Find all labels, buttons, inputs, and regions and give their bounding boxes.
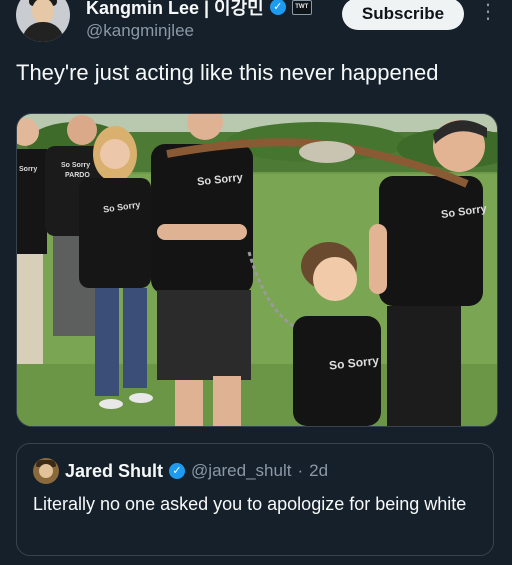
quoted-timestamp[interactable]: 2d — [309, 461, 328, 481]
separator-dot: · — [297, 461, 304, 480]
person-left-edge — [17, 118, 47, 364]
quoted-tweet[interactable]: Jared Shult ✓ @jared_shult · 2d Literall… — [16, 443, 494, 556]
shirt-text-1: Sorry — [19, 166, 38, 173]
author-avatar[interactable] — [16, 0, 70, 42]
author-display-name[interactable]: Kangmin Lee | 이강민 — [86, 0, 264, 20]
avatar-face — [32, 0, 54, 24]
affiliation-badge-icon[interactable]: TWT — [291, 0, 312, 15]
quoted-author-row: Jared Shult ✓ @jared_shult · 2d — [33, 458, 328, 484]
rope-knot — [299, 141, 355, 163]
avatar-body — [22, 22, 64, 42]
author-handle[interactable]: @kangminjlee — [86, 21, 194, 41]
verified-badge-icon: ✓ — [269, 0, 286, 15]
subscribe-button[interactable]: Subscribe — [342, 0, 464, 30]
quoted-author-name[interactable]: Jared Shult — [65, 461, 163, 482]
person-center-man — [151, 114, 253, 426]
quoted-author-handle[interactable]: @jared_shult — [191, 461, 291, 481]
quoted-tweet-text: Literally no one asked you to apologize … — [33, 494, 467, 514]
verified-badge-icon: ✓ — [169, 463, 186, 479]
more-options-icon[interactable]: ⋮ — [478, 2, 498, 26]
tweet-media-photo[interactable]: Sorry So Sorry PARDO So Sorry So Sorry S… — [16, 113, 498, 427]
author-name-row: Kangmin Lee | 이강민 ✓ TWT — [86, 0, 312, 20]
tweet-text: They're just acting like this never happ… — [16, 60, 439, 85]
shirt-text-2: So Sorry — [61, 162, 91, 169]
shirt-text-3: PARDO — [65, 172, 90, 179]
avatar-face — [39, 464, 53, 478]
quoted-author-avatar[interactable] — [33, 458, 59, 484]
